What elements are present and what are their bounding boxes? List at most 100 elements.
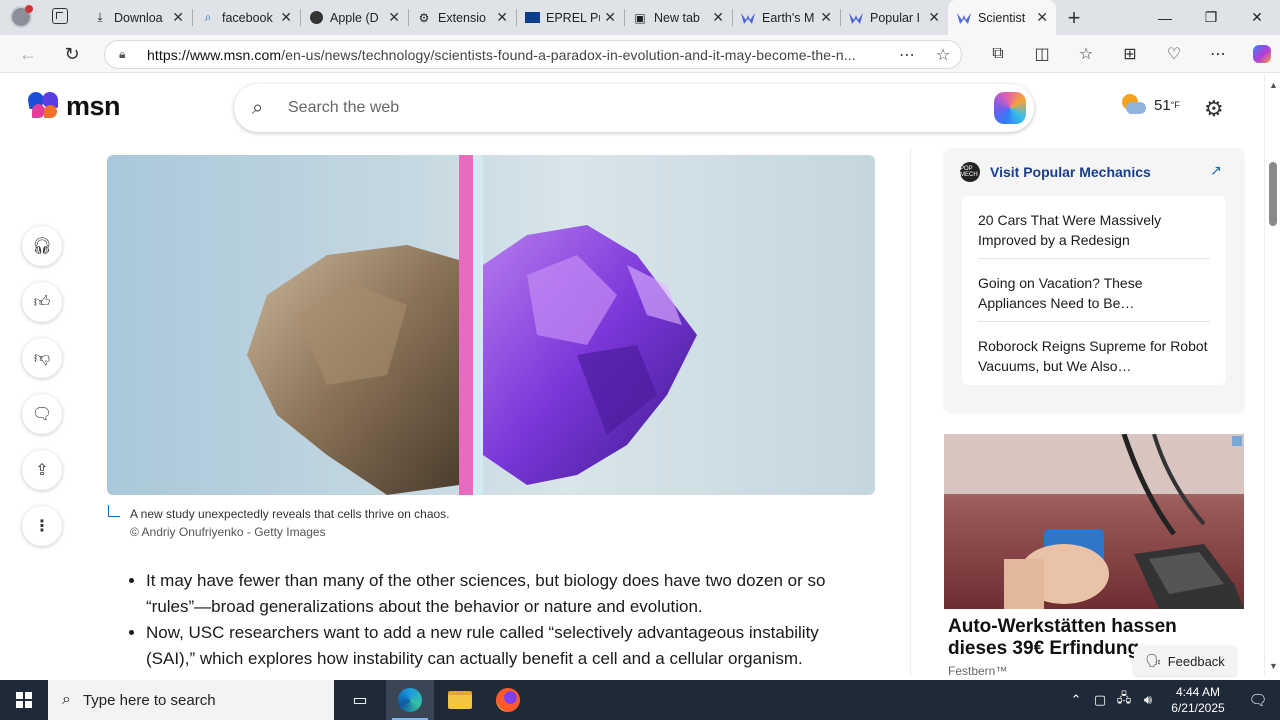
- taskbar-search[interactable]: ⌕ Type here to search: [48, 680, 334, 720]
- publisher-header[interactable]: POP MECH Visit Popular Mechanics: [960, 162, 1151, 182]
- search-icon: ⌕: [62, 691, 71, 708]
- settings-gear-icon[interactable]: ⚙: [1204, 96, 1224, 122]
- profile-avatar[interactable]: [10, 5, 33, 28]
- collections-icon[interactable]: ⊞: [1108, 41, 1152, 67]
- image-caption: A new study unexpectedly reveals that ce…: [108, 505, 450, 539]
- copilot-icon[interactable]: [1240, 41, 1280, 67]
- publisher-article-link[interactable]: Going on Vacation? These Appliances Need…: [978, 259, 1210, 322]
- notifications-icon[interactable]: 🗨︎: [1236, 691, 1280, 709]
- system-clock[interactable]: 4:44 AM 6/21/2025: [1160, 684, 1236, 716]
- favorite-star-icon[interactable]: ☆: [925, 45, 961, 65]
- newtab-icon: ▣: [634, 10, 646, 25]
- show-hidden-icons[interactable]: ⌃: [1064, 692, 1088, 708]
- split-screen-icon[interactable]: ◫: [1020, 41, 1064, 67]
- partly-cloudy-icon: [1120, 94, 1146, 116]
- address-bar[interactable]: 🔒︎ https://www.msn.com/en-us/news/techno…: [104, 40, 962, 69]
- msn-page: msn ⌕ 51°F ⚙ 🎧︎ 👍︎ 👎︎ 🗨︎ ⇪ ⋮: [4, 74, 1260, 677]
- tab-list: ⤓ Downloa ✕ ⌕ facebook ✕ Apple (D ✕ ⚙ Extensio…: [84, 0, 1092, 35]
- publisher-article-list: 20 Cars That Were Massively Improved by …: [962, 196, 1226, 385]
- clock-time: 4:44 AM: [1175, 685, 1221, 699]
- tab-earths[interactable]: Earth's M ✕: [732, 0, 840, 35]
- close-tab-icon[interactable]: ✕: [820, 9, 832, 26]
- comment-icon: 🗨︎: [31, 406, 53, 423]
- scrollbar-thumb[interactable]: [1269, 162, 1277, 226]
- windows-logo-icon: [16, 692, 32, 708]
- close-window-button[interactable]: ✕: [1234, 0, 1280, 35]
- popular-mechanics-logo: POP MECH: [960, 162, 980, 182]
- start-button[interactable]: [0, 680, 48, 720]
- ad-choices-icon[interactable]: [1232, 436, 1242, 446]
- tab-scientists[interactable]: Scientist ✕: [948, 0, 1056, 35]
- close-tab-icon[interactable]: ✕: [604, 9, 616, 26]
- volume-icon[interactable]: 🔊︎: [1136, 692, 1160, 708]
- listen-button[interactable]: 🎧︎: [22, 226, 62, 266]
- more-options-button[interactable]: ⋮: [22, 506, 62, 546]
- taskbar-firefox[interactable]: [484, 680, 532, 720]
- page-scrollbar[interactable]: ▲ ▼: [1264, 74, 1280, 677]
- restore-button[interactable]: ❐: [1188, 0, 1234, 35]
- like-button[interactable]: 👍︎: [22, 282, 62, 322]
- browser-toolbar: ← ↻ 🔒︎ https://www.msn.com/en-us/news/te…: [0, 35, 1280, 73]
- feedback-button[interactable]: 🗣︎ Feedback: [1134, 646, 1236, 676]
- copilot-icon[interactable]: [994, 92, 1026, 124]
- tab-downloads[interactable]: ⤓ Downloa ✕: [84, 0, 192, 35]
- extensions-icon[interactable]: ⧉: [976, 41, 1020, 67]
- meet-now-icon[interactable]: ▢: [1088, 692, 1112, 708]
- visit-publisher-link[interactable]: Visit Popular Mechanics: [990, 164, 1151, 180]
- search-bar[interactable]: ⌕: [234, 84, 1034, 132]
- refresh-button[interactable]: ↻: [58, 41, 86, 67]
- close-tab-icon[interactable]: ✕: [388, 9, 400, 26]
- favorites-icon[interactable]: ☆: [1064, 41, 1108, 67]
- tab-popular[interactable]: Popular I ✕: [840, 0, 948, 35]
- publisher-article-link[interactable]: 20 Cars That Were Massively Improved by …: [978, 196, 1210, 259]
- settings-more-icon[interactable]: ⋯: [1196, 41, 1240, 67]
- tab-facebook[interactable]: ⌕ facebook ✕: [192, 0, 300, 35]
- thumbs-down-icon: 👎︎: [33, 349, 51, 367]
- minimize-button[interactable]: —: [1142, 0, 1188, 35]
- scroll-up-arrow[interactable]: ▲: [1269, 80, 1278, 90]
- share-button[interactable]: ⇪: [22, 450, 62, 490]
- tab-apple[interactable]: Apple (D ✕: [300, 0, 408, 35]
- url-text[interactable]: https://www.msn.com/en-us/news/technolog…: [147, 47, 889, 63]
- dislike-button[interactable]: 👎︎: [22, 338, 62, 378]
- external-link-icon[interactable]: ↗: [1210, 162, 1222, 179]
- taskbar-edge[interactable]: [386, 680, 434, 720]
- read-aloud-icon[interactable]: ⋯: [889, 45, 925, 65]
- search-input[interactable]: [288, 99, 994, 117]
- article-bullet: It may have fewer than many of the other…: [146, 568, 868, 620]
- close-tab-icon[interactable]: ✕: [280, 9, 292, 26]
- taskbar-file-explorer[interactable]: [436, 680, 484, 720]
- search-icon: ⌕: [252, 96, 264, 119]
- msn-logo[interactable]: msn: [26, 90, 121, 122]
- weather-widget[interactable]: 51 °F: [1120, 94, 1180, 116]
- eu-flag-icon: [524, 10, 540, 26]
- article-hero-image[interactable]: [107, 155, 875, 495]
- weather-unit: °F: [1170, 100, 1180, 110]
- close-tab-icon[interactable]: ✕: [712, 9, 724, 26]
- network-icon[interactable]: 🖧︎: [1112, 689, 1136, 711]
- publisher-article-link[interactable]: Roborock Reigns Supreme for Robot Vacuum…: [978, 322, 1210, 385]
- tab-extensions[interactable]: ⚙ Extensio ✕: [408, 0, 516, 35]
- scroll-down-arrow[interactable]: ▼: [1269, 661, 1278, 671]
- site-info-icon[interactable]: 🔒︎: [119, 47, 133, 62]
- apple-icon: [308, 10, 324, 26]
- new-tab-button[interactable]: +: [1056, 0, 1092, 35]
- close-tab-icon[interactable]: ✕: [172, 9, 184, 26]
- close-tab-icon[interactable]: ✕: [1036, 9, 1048, 26]
- window-controls: — ❐ ✕: [1142, 0, 1280, 35]
- toolbar-icons: ⧉ ◫ ☆ ⊞ ♡ ⋯: [976, 41, 1280, 67]
- tab-actions-icon[interactable]: [52, 8, 68, 24]
- browser-essentials-icon[interactable]: ♡: [1152, 41, 1196, 67]
- caption-marker: [108, 505, 120, 517]
- article-action-rail: 🎧︎ 👍︎ 👎︎ 🗨︎ ⇪ ⋮: [22, 226, 62, 562]
- task-view-button[interactable]: ▭: [336, 680, 384, 720]
- close-tab-icon[interactable]: ✕: [928, 9, 940, 26]
- notification-dot: [25, 5, 33, 13]
- sponsored-ad[interactable]: Auto-Werkstätten hassen dieses 39€ Erfin…: [944, 434, 1244, 677]
- tab-eprel[interactable]: EPREL Pu ✕: [516, 0, 624, 35]
- feedback-icon: 🗣︎: [1145, 653, 1162, 668]
- comment-button[interactable]: 🗨︎: [22, 394, 62, 434]
- tab-new-tab[interactable]: ▣ New tab ✕: [624, 0, 732, 35]
- close-tab-icon[interactable]: ✕: [496, 9, 508, 26]
- back-button[interactable]: ←: [14, 41, 42, 67]
